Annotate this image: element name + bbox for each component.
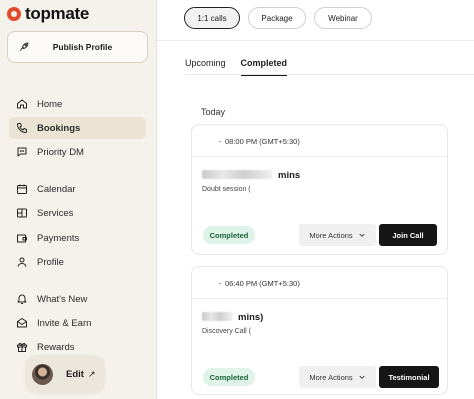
booking-duration: mins) xyxy=(238,312,264,323)
mail-icon xyxy=(17,318,27,328)
join-call-button[interactable]: Join Call xyxy=(379,224,437,246)
chevron-down-icon xyxy=(359,233,365,237)
rocket-icon xyxy=(20,42,29,51)
booking-card: 06:40 PM (GMT+5:30) mins) Discovery Call… xyxy=(191,266,448,395)
card-divider xyxy=(192,156,447,157)
sidebar-item-profile[interactable]: Profile xyxy=(9,251,146,273)
booking-service: Discovery Call ( xyxy=(202,328,251,335)
header-divider xyxy=(157,40,474,41)
home-icon xyxy=(17,99,27,109)
booking-title: mins) xyxy=(202,312,263,323)
status-badge: Completed xyxy=(203,226,255,244)
sidebar-item-home[interactable]: Home xyxy=(9,93,146,115)
booking-service: Doubt session ( xyxy=(202,186,251,193)
sidebar-item-label: Rewards xyxy=(37,341,75,353)
booking-time: 06:40 PM (GMT+5:30) xyxy=(219,279,300,288)
sidebar-item-label: What's New xyxy=(37,293,88,305)
testimonial-button[interactable]: Testimonial xyxy=(379,366,439,388)
external-link-icon: ↗ xyxy=(87,368,96,379)
message-icon xyxy=(17,147,27,157)
tab-webinar[interactable]: Webinar xyxy=(314,7,372,29)
calendar-icon xyxy=(17,184,27,194)
more-actions-label: More Actions xyxy=(309,230,353,240)
edit-label: Edit xyxy=(66,368,84,380)
user-icon xyxy=(17,257,27,267)
topmate-logo[interactable]: topmate xyxy=(7,4,89,24)
tab-package[interactable]: Package xyxy=(248,7,306,29)
sidebar-item-label: Invite & Earn xyxy=(37,317,92,329)
avatar xyxy=(32,363,53,385)
sidebar-item-services[interactable]: Services xyxy=(9,202,146,224)
booking-card: 08:00 PM (GMT+5:30) mins Doubt session (… xyxy=(191,124,448,255)
service-name: Doubt session ( xyxy=(202,186,251,193)
tab-1-1-calls[interactable]: 1:1 calls xyxy=(184,7,240,29)
sidebar-item-label: Profile xyxy=(37,256,64,268)
more-actions-label: More Actions xyxy=(309,372,353,382)
card-divider xyxy=(192,298,447,299)
booking-title: mins xyxy=(202,170,300,181)
service-name: Discovery Call ( xyxy=(202,328,252,335)
sidebar-item-label: Bookings xyxy=(37,122,81,134)
section-label-today: Today xyxy=(201,107,226,117)
sidebar-item-label: Calendar xyxy=(37,183,76,195)
sidebar-item-calendar[interactable]: Calendar xyxy=(9,178,146,200)
sidebar-item-invite-earn[interactable]: Invite & Earn xyxy=(9,312,146,334)
sidebar-item-label: Services xyxy=(37,207,74,219)
more-actions-button[interactable]: More Actions xyxy=(299,224,376,246)
sidebar-item-label: Priority DM xyxy=(37,146,84,158)
edit-profile-button[interactable]: Edit ↗ xyxy=(25,355,105,393)
redacted-name xyxy=(202,170,272,179)
status-badge: Completed xyxy=(203,368,255,386)
chevron-down-icon xyxy=(359,375,365,379)
bell-icon xyxy=(17,294,27,304)
phone-icon xyxy=(17,123,27,133)
publish-profile-button[interactable]: Publish Profile xyxy=(7,31,148,63)
booking-time: 08:00 PM (GMT+5:30) xyxy=(219,137,300,146)
sidebar-item-whats-new[interactable]: What's New xyxy=(9,288,146,310)
redacted-name xyxy=(202,312,232,321)
gift-icon xyxy=(17,342,27,352)
brand-name: topmate xyxy=(25,4,90,23)
sidebar-item-priority-dm[interactable]: Priority DM xyxy=(9,141,146,163)
sidebar-item-label: Payments xyxy=(37,232,80,244)
sidebar-item-label: Home xyxy=(37,98,63,110)
sidebar-item-payments[interactable]: Payments xyxy=(9,227,146,249)
services-icon xyxy=(17,208,27,218)
sidebar: topmate Publish Profile Home Bookings Pr… xyxy=(0,0,157,399)
booking-type-tabs: 1:1 calls Package Webinar xyxy=(184,7,372,29)
more-actions-button[interactable]: More Actions xyxy=(299,366,376,388)
topmate-logo-icon xyxy=(7,7,21,21)
sidebar-item-bookings[interactable]: Bookings xyxy=(9,117,146,139)
subtab-divider xyxy=(185,74,474,75)
booking-duration: mins xyxy=(278,170,301,181)
wallet-icon xyxy=(17,234,27,243)
